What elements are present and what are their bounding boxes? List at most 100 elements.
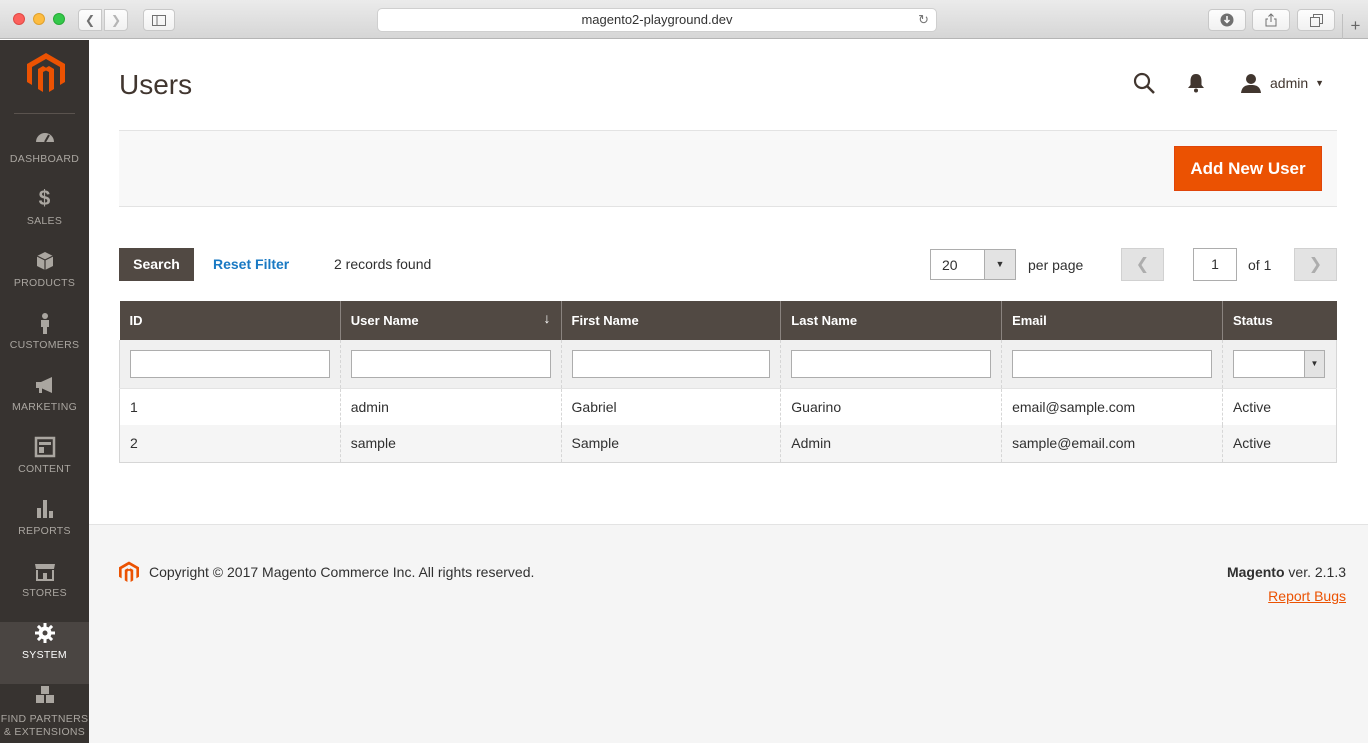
sidebar-toggle-button[interactable]	[143, 9, 175, 31]
page-number-input[interactable]: 1	[1193, 248, 1237, 281]
storefront-icon	[34, 564, 55, 581]
version-text: Magento ver. 2.1.3	[1226, 564, 1346, 580]
chevron-left-icon: ❮	[84, 13, 96, 27]
page-footer: Copyright © 2017 Magento Commerce Inc. A…	[89, 524, 1368, 743]
per-page-select[interactable]: 20 ▼	[930, 249, 1016, 280]
user-menu[interactable]: admin ▼	[1241, 72, 1324, 94]
report-bugs-link[interactable]: Report Bugs	[1268, 588, 1346, 604]
magento-logo-icon[interactable]	[27, 53, 65, 93]
sidebar-item-system[interactable]: SYSTEM	[0, 622, 89, 684]
cell-id: 1	[119, 388, 341, 425]
zoom-window-button[interactable]	[53, 13, 65, 25]
cell-last-name: Guarino	[780, 388, 1002, 425]
tabs-overview-button[interactable]	[1297, 9, 1335, 31]
back-button[interactable]: ❮	[78, 9, 102, 31]
person-icon	[40, 313, 49, 334]
search-button[interactable]: Search	[119, 248, 194, 281]
previous-page-button[interactable]: ❮	[1121, 248, 1164, 281]
address-bar[interactable]: magento2-playground.dev ↻	[377, 8, 937, 32]
megaphone-icon	[35, 377, 52, 393]
sidebar-item-find-partners[interactable]: FIND PARTNERS & EXTENSIONS	[0, 684, 89, 743]
layout-icon	[34, 436, 55, 458]
sidebar-item-content[interactable]: CONTENT	[0, 436, 89, 498]
cell-first-name: Gabriel	[560, 388, 781, 425]
column-header-status[interactable]: Status	[1221, 301, 1337, 340]
chevron-down-icon[interactable]: ▼	[984, 250, 1015, 279]
chevron-left-icon: ❮	[1135, 256, 1150, 273]
cell-first-name: Sample	[560, 425, 781, 463]
magento-logo-icon	[119, 561, 139, 582]
forward-button[interactable]: ❯	[104, 9, 128, 31]
sidebar-item-sales[interactable]: $ SALES	[0, 188, 89, 250]
gear-icon	[34, 623, 55, 643]
close-window-button[interactable]	[13, 13, 25, 25]
users-grid: ID User Name ↓ First Name Last Name Email…	[119, 301, 1338, 463]
chevron-down-icon: ▼	[1315, 78, 1325, 88]
column-header-last-name[interactable]: Last Name	[780, 301, 1002, 340]
chevron-right-icon: ❯	[1308, 256, 1323, 273]
filter-row: ▼	[119, 340, 1338, 389]
cell-email: sample@email.com	[1001, 425, 1223, 463]
filter-id-input[interactable]	[130, 349, 330, 378]
next-page-button[interactable]: ❯	[1294, 248, 1337, 281]
sidebar-icon	[152, 14, 166, 26]
plus-icon: +	[1350, 16, 1361, 35]
bell-icon[interactable]	[1187, 73, 1205, 93]
url-text: magento2-playground.dev	[581, 12, 733, 27]
download-icon	[1220, 13, 1234, 27]
column-header-id[interactable]: ID	[119, 301, 341, 340]
cell-status: Active	[1221, 388, 1338, 425]
filter-status-select[interactable]: ▼	[1232, 349, 1325, 378]
table-row[interactable]: 2 sample Sample Admin sample@email.com A…	[119, 425, 1338, 463]
user-name: admin	[1270, 75, 1309, 91]
sort-arrow-down-icon: ↓	[543, 310, 551, 326]
sidebar-item-reports[interactable]: REPORTS	[0, 498, 89, 560]
filter-email-input[interactable]	[1012, 349, 1212, 378]
cell-user-name: sample	[339, 425, 562, 463]
share-icon	[1265, 13, 1277, 27]
filter-first-name-input[interactable]	[571, 349, 771, 378]
tabs-icon	[1309, 13, 1323, 27]
column-header-first-name[interactable]: First Name	[560, 301, 781, 340]
table-row[interactable]: 1 admin Gabriel Guarino email@sample.com…	[119, 388, 1338, 425]
dollar-icon: $	[38, 187, 51, 210]
column-header-user-name[interactable]: User Name ↓	[339, 301, 562, 340]
column-header-email[interactable]: Email	[1001, 301, 1223, 340]
page-actions-bar: Add New User	[119, 130, 1337, 207]
chevron-down-icon: ▼	[1303, 350, 1324, 377]
browser-toolbar: ❮ ❯ magento2-playground.dev ↻ +	[0, 0, 1368, 39]
page-title: Users	[119, 69, 193, 100]
sidebar-item-marketing[interactable]: MARKETING	[0, 374, 89, 436]
bar-chart-icon	[36, 500, 53, 518]
records-found: 2 records found	[334, 256, 432, 272]
cell-status: Active	[1221, 425, 1338, 463]
cell-user-name: admin	[339, 388, 562, 425]
reset-filter-link[interactable]: Reset Filter	[213, 256, 289, 272]
per-page-value: 20	[942, 257, 958, 273]
user-icon	[1241, 74, 1261, 93]
sidebar-item-dashboard[interactable]: DASHBOARD	[0, 126, 89, 188]
sidebar-item-products[interactable]: PRODUCTS	[0, 250, 89, 312]
search-icon[interactable]	[1133, 72, 1155, 94]
admin-sidebar: DASHBOARD $ SALES PRODUCTS CUSTOMERS MAR…	[0, 40, 89, 743]
cell-id: 2	[119, 425, 341, 463]
share-button[interactable]	[1252, 9, 1290, 31]
new-tab-button[interactable]: +	[1342, 14, 1368, 39]
filter-last-name-input[interactable]	[791, 349, 992, 378]
sidebar-divider	[14, 113, 75, 114]
sidebar-item-customers[interactable]: CUSTOMERS	[0, 312, 89, 374]
speedometer-icon	[35, 133, 54, 143]
total-pages: of 1	[1248, 257, 1272, 273]
chevron-right-icon: ❯	[110, 13, 122, 27]
cube-icon	[36, 252, 53, 270]
blocks-icon	[35, 686, 54, 703]
downloads-button[interactable]	[1208, 9, 1246, 31]
filter-user-name-input[interactable]	[350, 349, 551, 378]
add-new-user-button[interactable]: Add New User	[1174, 146, 1322, 191]
minimize-window-button[interactable]	[33, 13, 45, 25]
sidebar-item-stores[interactable]: STORES	[0, 560, 89, 622]
cell-email: email@sample.com	[1001, 388, 1223, 425]
copyright-text: Copyright © 2017 Magento Commerce Inc. A…	[149, 564, 535, 580]
per-page-label: per page	[1028, 257, 1084, 273]
reload-icon[interactable]: ↻	[918, 9, 929, 31]
